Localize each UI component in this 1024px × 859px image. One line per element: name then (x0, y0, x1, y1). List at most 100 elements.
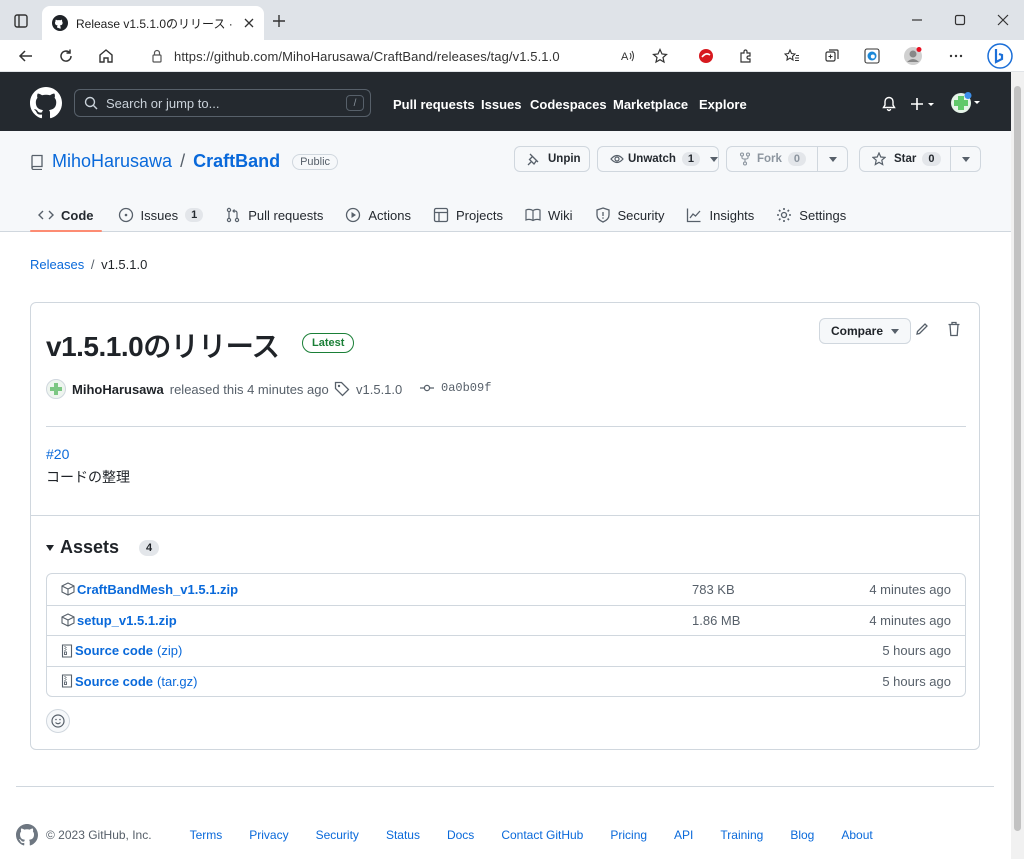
read-aloud-icon[interactable]: A (618, 46, 638, 66)
star-label: Star (894, 153, 917, 165)
asset-size: 783 KB (692, 581, 735, 597)
asset-name-link[interactable]: CraftBandMesh_v1.5.1.zip (77, 582, 238, 597)
add-favorite-icon[interactable] (650, 46, 670, 66)
author-link[interactable]: MihoHarusawa (72, 382, 164, 397)
edit-pencil-icon[interactable] (915, 322, 929, 336)
asset-ext[interactable]: (tar.gz) (157, 674, 197, 689)
breadcrumb-separator: / (90, 257, 95, 272)
asset-name-link[interactable]: Source code (75, 674, 153, 689)
tab-issues[interactable]: Issues 1 (110, 199, 212, 229)
add-reaction-button[interactable] (46, 709, 70, 733)
footer-link-terms[interactable]: Terms (190, 828, 223, 842)
footer-link-contact[interactable]: Contact GitHub (501, 828, 583, 842)
release-tag[interactable]: v1.5.1.0 (334, 381, 402, 397)
tab-wiki-label: Wiki (547, 207, 573, 223)
tab-pull-requests[interactable]: Pull requests (217, 199, 331, 229)
repo-name-link[interactable]: CraftBand (193, 151, 280, 172)
footer-link-privacy[interactable]: Privacy (249, 828, 288, 842)
back-icon[interactable] (16, 46, 36, 66)
tab-projects[interactable]: Projects (425, 199, 511, 229)
nav-marketplace[interactable]: Marketplace (613, 97, 688, 112)
footer-link-about[interactable]: About (841, 828, 872, 842)
issue-link[interactable]: #20 (46, 446, 69, 462)
footer-copyright: © 2023 GitHub, Inc. (46, 828, 152, 842)
footer-link-security[interactable]: Security (316, 828, 359, 842)
fork-caret-down-icon[interactable] (829, 157, 837, 162)
divider (31, 515, 979, 516)
refresh-icon[interactable] (56, 46, 76, 66)
footer-link-blog[interactable]: Blog (790, 828, 814, 842)
nav-explore[interactable]: Explore (699, 97, 747, 112)
user-avatar-menu-icon[interactable] (950, 92, 982, 114)
release-notes-text: コードの整理 (46, 469, 130, 485)
graph-icon (686, 207, 702, 223)
asset-row[interactable]: Source code (zip) 5 hours ago (47, 635, 965, 666)
tab-settings[interactable]: Settings (768, 199, 854, 229)
compare-button[interactable]: Compare (819, 318, 912, 344)
favorites-icon[interactable] (782, 46, 802, 66)
svg-text:A: A (621, 51, 629, 63)
nav-issues[interactable]: Issues (481, 97, 521, 112)
asset-name-link[interactable]: Source code (75, 643, 153, 658)
footer-link-docs[interactable]: Docs (447, 828, 474, 842)
tab-security[interactable]: Security (587, 199, 673, 229)
create-new-plus-icon[interactable] (910, 96, 936, 112)
footer-link-training[interactable]: Training (720, 828, 763, 842)
scrollbar-thumb[interactable] (1014, 86, 1021, 831)
breadcrumb-releases-link[interactable]: Releases (30, 257, 84, 272)
notifications-bell-icon[interactable] (881, 96, 897, 112)
tab-actions[interactable]: Actions (337, 199, 419, 229)
tab-insights-label: Insights (709, 207, 755, 223)
repo-owner-link[interactable]: MihoHarusawa (52, 151, 172, 172)
asset-row[interactable]: setup_v1.5.1.zip 1.86 MB 4 minutes ago (47, 604, 965, 636)
github-logo-icon[interactable] (30, 87, 62, 119)
page-scrollbar[interactable] (1011, 72, 1024, 859)
asset-row[interactable]: CraftBandMesh_v1.5.1.zip 783 KB 4 minute… (47, 574, 965, 605)
lock-icon[interactable] (150, 49, 164, 63)
nav-codespaces[interactable]: Codespaces (530, 97, 607, 112)
tab-insights[interactable]: Insights (678, 199, 762, 229)
release-title: v1.5.1.0のリリース (46, 331, 280, 362)
asset-name-link[interactable]: setup_v1.5.1.zip (77, 613, 177, 628)
edge-icon[interactable] (862, 46, 882, 66)
close-tab-icon[interactable] (244, 18, 254, 28)
maximize-icon[interactable] (950, 10, 970, 30)
assets-toggle[interactable]: Assets 4 (46, 537, 160, 558)
tab-code[interactable]: Code (30, 199, 102, 232)
unwatch-button[interactable]: Unwatch 1 (597, 146, 719, 172)
unpin-button[interactable]: Unpin (514, 146, 590, 172)
github-footer-logo-icon[interactable] (16, 824, 38, 846)
new-tab-icon[interactable] (270, 12, 288, 30)
release-commit[interactable]: 0a0b09f (419, 381, 491, 395)
assets-heading: Assets (60, 537, 120, 557)
minimize-icon[interactable] (907, 10, 927, 30)
more-options-icon[interactable] (946, 46, 966, 66)
tab-wiki[interactable]: Wiki (517, 199, 581, 229)
footer-link-status[interactable]: Status (386, 828, 420, 842)
home-icon[interactable] (96, 46, 116, 66)
delete-trash-icon[interactable] (947, 321, 961, 337)
footer-link-api[interactable]: API (674, 828, 693, 842)
search-input[interactable]: Search or jump to... / (74, 89, 371, 117)
close-window-icon[interactable] (993, 10, 1013, 30)
browser-tab[interactable]: Release v1.5.1.0のリリース · MihoHarusawa/Cra… (42, 6, 264, 40)
release-meta: MihoHarusawa released this 4 minutes ago (46, 379, 329, 399)
author-avatar[interactable] (46, 379, 66, 399)
star-caret-down-icon[interactable] (962, 157, 970, 162)
released-text: released this 4 minutes ago (169, 381, 329, 397)
play-icon (345, 207, 361, 223)
profile-avatar-icon[interactable] (903, 46, 923, 66)
asset-ext[interactable]: (zip) (157, 643, 182, 658)
extension-red-icon[interactable] (696, 46, 716, 66)
tab-actions-icon[interactable] (10, 11, 32, 31)
repo-icon (30, 154, 44, 170)
fork-button[interactable]: Fork 0 (726, 146, 848, 172)
nav-pull-requests[interactable]: Pull requests (393, 97, 475, 112)
collections-icon[interactable] (822, 46, 842, 66)
bing-chat-icon[interactable] (986, 42, 1014, 70)
star-button[interactable]: Star 0 (859, 146, 981, 172)
footer-link-pricing[interactable]: Pricing (610, 828, 647, 842)
asset-row[interactable]: Source code (tar.gz) 5 hours ago (47, 665, 965, 697)
url-field[interactable]: https://github.com/MihoHarusawa/CraftBan… (136, 42, 680, 70)
extensions-puzzle-icon[interactable] (736, 46, 756, 66)
